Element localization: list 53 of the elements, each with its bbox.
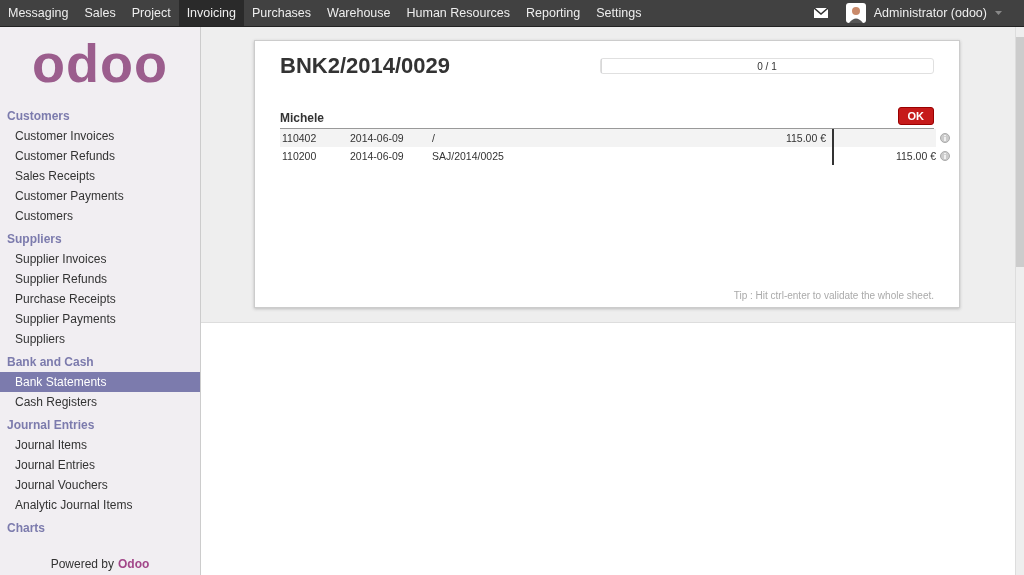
sidebar-item[interactable]: Sales Receipts (0, 166, 200, 186)
ok-button[interactable]: OK (897, 107, 934, 125)
sidebar-item[interactable]: Supplier Invoices (0, 249, 200, 269)
statement-title: BNK2/2014/0029 (280, 53, 450, 79)
sidebar-item[interactable]: Journal Items (0, 435, 200, 455)
logo[interactable]: odoo (32, 27, 168, 103)
menu-tab[interactable]: Project (123, 0, 179, 26)
section-heading: Suppliers (6, 231, 63, 248)
info-icon[interactable] (940, 151, 950, 161)
section-heading: Bank and Cash (6, 354, 95, 371)
menu-tab[interactable]: Invoicing (178, 0, 244, 26)
info-icon[interactable] (940, 133, 950, 143)
sidebar-item[interactable]: Journal Vouchers (0, 475, 200, 495)
sidebar-item[interactable]: Supplier Refunds (0, 269, 200, 289)
credit-cell: 115.00 € (895, 150, 936, 162)
menu-tab[interactable]: Messaging (0, 0, 77, 26)
sidebar-item[interactable]: Purchase Receipts (0, 289, 200, 309)
scrollbar[interactable] (1015, 27, 1024, 575)
statement-line[interactable]: 110402 2014-06-09 / 115.00 € (280, 129, 952, 147)
account-cell-text: 110200 (281, 149, 318, 164)
section-heading: Customers (6, 108, 71, 125)
avatar-icon[interactable] (845, 3, 866, 23)
menu-tab[interactable]: Warehouse (319, 0, 399, 26)
envelope-icon[interactable] (813, 8, 828, 18)
section-heading: Charts (6, 520, 46, 537)
account-cell: 110402 (280, 129, 350, 147)
date-cell: 2014-06-09 (350, 129, 432, 147)
menu-tab[interactable]: Reporting (518, 0, 589, 26)
reference-cell-text: SAJ/2014/0025 (432, 149, 505, 164)
tip-text: Tip : Hit ctrl-enter to validate the whole sheet. (732, 290, 934, 301)
menu-tab[interactable]: Sales (76, 0, 124, 26)
date-cell-text: 2014-06-09 (350, 149, 405, 164)
caret-icon[interactable] (995, 11, 1002, 15)
sidebar-item[interactable]: Journal Entries (0, 455, 200, 475)
sidebar-item[interactable]: Customer Invoices (0, 126, 200, 146)
sidebar-item[interactable]: Cash Registers (0, 392, 200, 412)
sidebar-item[interactable]: Analytic Journal Items (0, 495, 200, 515)
reference-cell: / (432, 129, 731, 147)
section-heading: Journal Entries (6, 417, 96, 434)
sidebar-item[interactable]: Customer Refunds (0, 146, 200, 166)
user-menu[interactable]: Administrator (odoo) (873, 6, 987, 20)
menu-tab[interactable]: Settings (588, 0, 650, 26)
menu-tab[interactable]: Purchases (244, 0, 320, 26)
sidebar-item[interactable]: Bank Statements (0, 372, 200, 392)
sidebar-item[interactable]: Customer Payments (0, 186, 200, 206)
sidebar-item[interactable]: Suppliers (0, 329, 200, 349)
sidebar-item[interactable]: Customers (0, 206, 200, 226)
debit-cell: 115.00 € (785, 132, 826, 144)
progress-text: 0 / 1 (757, 60, 777, 72)
statement-line[interactable]: 110200 2014-06-09 SAJ/2014/0025 115.00 € (280, 147, 952, 165)
menu-tab[interactable]: Human Resources (398, 0, 519, 26)
sidebar-item[interactable]: Supplier Payments (0, 309, 200, 329)
partner-name: Michele (280, 111, 324, 125)
